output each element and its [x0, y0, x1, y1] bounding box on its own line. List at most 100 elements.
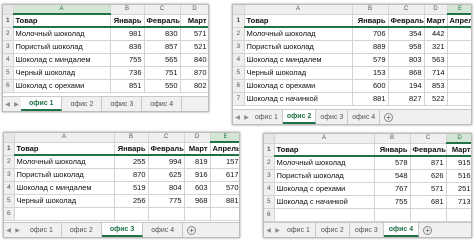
cell-value[interactable] [447, 79, 471, 93]
column-header-b[interactable]: B [114, 133, 149, 143]
cell-value[interactable]: 255 [114, 155, 149, 169]
cell-value[interactable] [447, 53, 471, 67]
add-sheet-icon[interactable]: + [384, 112, 394, 122]
column-header-d[interactable]: D [446, 134, 471, 144]
cell-product[interactable]: Пористый шоколад [274, 169, 375, 183]
tab-office-3[interactable]: офис 3 [101, 223, 144, 237]
row-number[interactable]: 2 [264, 156, 275, 170]
cell-value[interactable] [447, 40, 471, 54]
cell-value[interactable]: 868 [388, 66, 425, 80]
tab-office-2[interactable]: офис 2 [316, 223, 350, 237]
cell-value[interactable]: 994 [148, 155, 185, 169]
cell-product[interactable]: Шоколад с орехами [13, 79, 111, 93]
column-header-a[interactable]: A [274, 134, 375, 144]
row-number[interactable]: 1 [4, 142, 15, 156]
cell-value[interactable]: 916 [184, 168, 211, 182]
header-cell-jan[interactable]: Январь [352, 14, 389, 28]
cell-product[interactable]: Шоколад с миндалем [14, 181, 115, 195]
cell-product[interactable]: Молочный шоколад [13, 27, 111, 41]
header-cell-feb[interactable]: Февраль [144, 14, 181, 28]
row-number[interactable]: 3 [264, 169, 275, 183]
row-number[interactable]: 5 [4, 194, 15, 208]
header-cell-jan[interactable]: Январь [114, 142, 149, 156]
cell-value[interactable]: 157 [210, 155, 239, 169]
cell-value[interactable] [210, 207, 239, 221]
row-number[interactable]: 2 [4, 155, 15, 169]
cell-value[interactable]: 853 [424, 79, 448, 93]
tab-office-3[interactable]: офис 3 [316, 110, 349, 124]
tab-office-2[interactable]: офис 2 [282, 110, 317, 124]
row-number[interactable]: 6 [264, 208, 275, 222]
header-cell-jan[interactable]: Январь [374, 143, 411, 157]
row-number[interactable]: 6 [4, 207, 15, 221]
cell-product[interactable]: Молочный шоколад [244, 27, 353, 41]
row-number[interactable]: 2 [3, 27, 14, 41]
column-header-c[interactable]: C [144, 5, 181, 15]
tab-office-1[interactable]: офис 1 [21, 97, 63, 111]
header-cell-product[interactable]: Товар [244, 14, 353, 28]
row-number[interactable]: 5 [264, 195, 275, 209]
header-cell-mar[interactable]: Март [446, 143, 471, 157]
scroll-right-icon[interactable]: ▶ [273, 223, 282, 237]
row-number[interactable]: 4 [264, 182, 275, 196]
cell-product[interactable] [14, 207, 115, 221]
cell-value[interactable]: 804 [148, 181, 185, 195]
tab-office-4[interactable]: офис 4 [143, 223, 184, 237]
cell-value[interactable] [446, 208, 471, 222]
cell-value[interactable]: 870 [180, 66, 208, 80]
row-number[interactable]: 5 [3, 66, 14, 80]
cell-value[interactable]: 681 [410, 195, 447, 209]
row-number[interactable]: 1 [3, 14, 14, 28]
tab-office-2[interactable]: офис 2 [62, 97, 103, 111]
cell-product[interactable]: Пористый шоколад [244, 40, 353, 54]
column-header-d[interactable]: D [184, 133, 211, 143]
scroll-right-icon[interactable]: ▶ [242, 110, 251, 124]
tab-office-4[interactable]: офис 4 [348, 110, 381, 124]
scroll-left-icon[interactable]: ◀ [264, 223, 273, 237]
row-number[interactable]: 3 [233, 40, 245, 54]
header-cell-product[interactable]: Товар [13, 14, 111, 28]
cell-value[interactable]: 706 [352, 27, 389, 41]
cell-product[interactable]: Черный шоколад [13, 66, 111, 80]
row-number[interactable]: 4 [4, 181, 15, 195]
cell-value[interactable]: 603 [184, 181, 211, 195]
cell-value[interactable]: 803 [388, 53, 425, 67]
select-all-corner[interactable] [233, 5, 245, 15]
add-sheet-icon[interactable]: + [423, 225, 433, 235]
column-header-b[interactable]: B [352, 5, 389, 15]
column-header-b[interactable]: B [374, 134, 411, 144]
cell-value[interactable] [447, 27, 471, 41]
header-cell-apr[interactable]: Апрель [210, 142, 239, 156]
row-number[interactable]: 7 [233, 92, 245, 106]
cell-value[interactable]: 827 [388, 92, 425, 106]
cell-value[interactable]: 713 [446, 195, 471, 209]
cell-value[interactable]: 857 [144, 40, 181, 54]
tab-office-4[interactable]: офис 4 [383, 223, 420, 237]
cell-value[interactable]: 871 [410, 156, 447, 170]
cell-product[interactable]: Шоколад с начинкой [244, 92, 353, 106]
header-cell-apr[interactable]: Апрель [447, 14, 471, 28]
cell-value[interactable] [114, 207, 149, 221]
scroll-right-icon[interactable]: ▶ [13, 223, 22, 237]
cell-value[interactable]: 881 [210, 194, 239, 208]
cell-value[interactable]: 516 [446, 169, 471, 183]
cell-value[interactable]: 802 [180, 79, 208, 93]
cell-value[interactable]: 571 [180, 27, 208, 41]
scroll-left-icon[interactable]: ◀ [4, 223, 13, 237]
column-header-e[interactable]: E [210, 133, 239, 143]
cell-value[interactable]: 751 [144, 66, 181, 80]
cell-value[interactable]: 840 [180, 53, 208, 67]
cell-value[interactable]: 578 [374, 156, 411, 170]
tab-office-1[interactable]: офис 1 [22, 223, 62, 237]
cell-value[interactable]: 915 [446, 156, 471, 170]
cell-value[interactable]: 321 [424, 40, 448, 54]
header-cell-product[interactable]: Товар [14, 142, 115, 156]
cell-value[interactable]: 870 [114, 168, 149, 182]
column-header-c[interactable]: C [388, 5, 425, 15]
row-number[interactable]: 4 [233, 53, 245, 67]
cell-value[interactable]: 851 [110, 79, 145, 93]
column-header-a[interactable]: A [13, 5, 111, 15]
cell-product[interactable]: Шоколад с начинкой [274, 195, 375, 209]
cell-value[interactable]: 194 [388, 79, 425, 93]
header-cell-feb[interactable]: Февраль [410, 143, 447, 157]
